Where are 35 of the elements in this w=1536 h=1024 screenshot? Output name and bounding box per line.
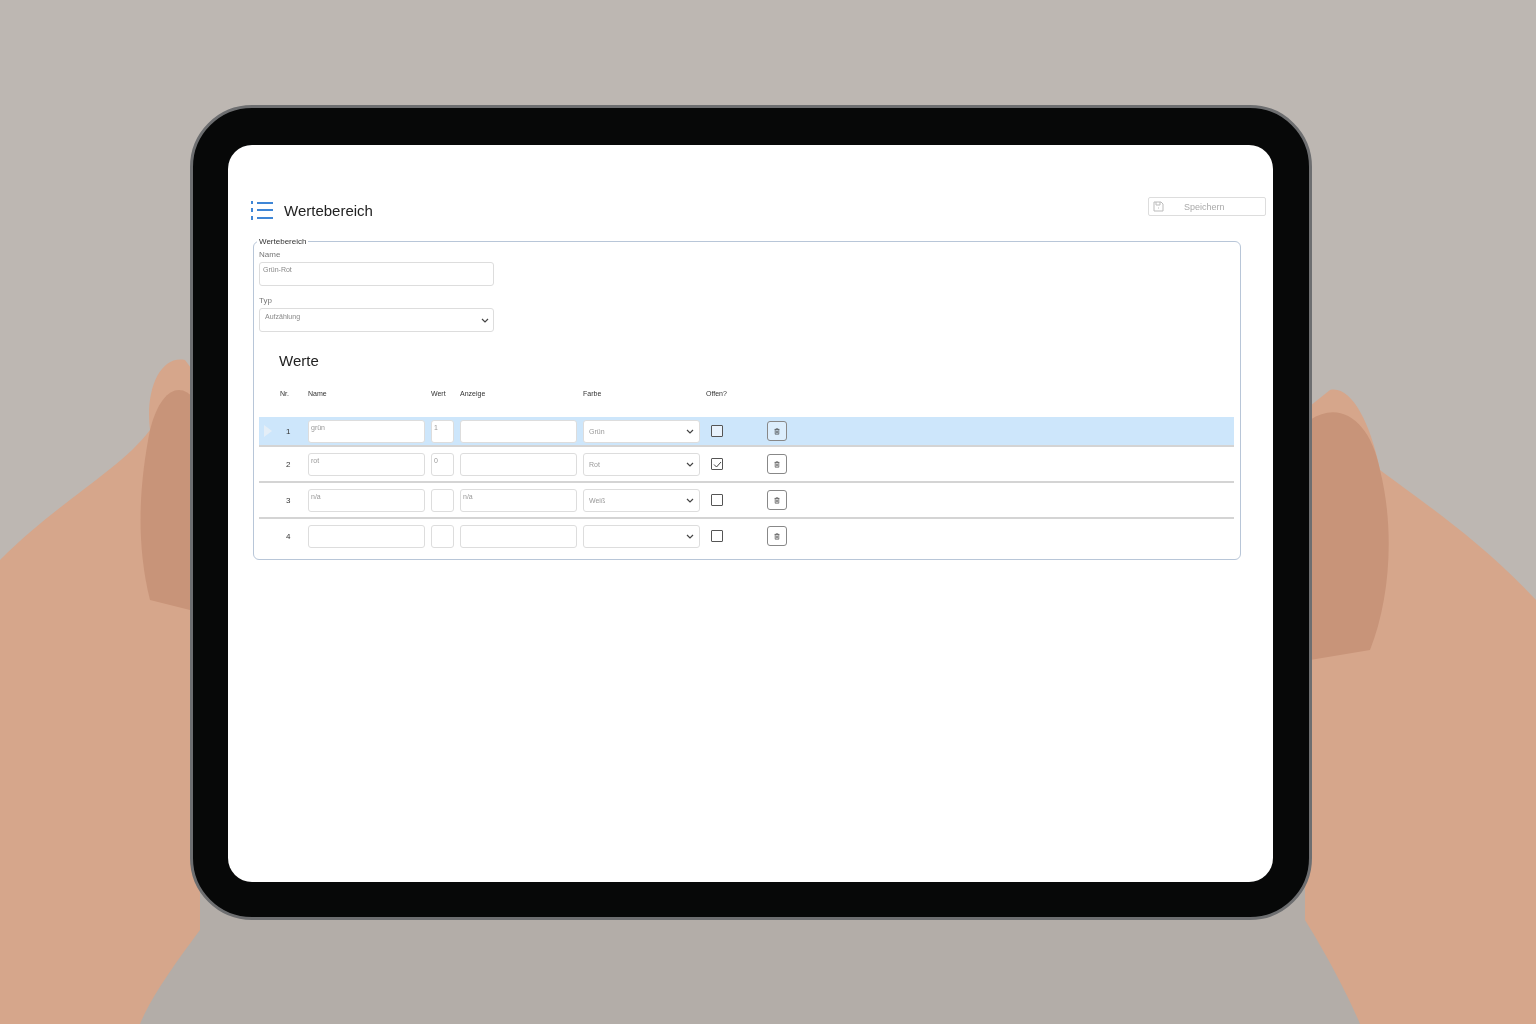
page-title: Wertebereich (284, 201, 373, 219)
color-select[interactable] (583, 524, 700, 548)
delete-button[interactable] (767, 454, 787, 474)
delete-button[interactable] (767, 526, 787, 546)
panel-legend: Wertebereich (257, 237, 309, 246)
open-checkbox[interactable] (711, 494, 723, 506)
row-number: 2 (286, 459, 291, 469)
table-row[interactable]: 4 (259, 517, 1234, 553)
open-checkbox[interactable] (711, 530, 723, 542)
numbered-list-icon (251, 200, 273, 220)
chevron-down-icon (686, 428, 694, 434)
delete-button[interactable] (767, 421, 787, 441)
input-field[interactable] (431, 488, 454, 512)
input-field[interactable] (460, 452, 577, 476)
trash-icon (774, 530, 780, 542)
input-field[interactable] (431, 524, 454, 548)
chevron-down-icon (686, 497, 694, 503)
input-field[interactable] (308, 524, 425, 548)
open-checkbox[interactable] (711, 458, 723, 470)
delete-button[interactable] (767, 490, 787, 510)
chevron-down-icon (481, 317, 489, 323)
field-label: Name (259, 250, 282, 259)
open-checkbox[interactable] (711, 425, 723, 437)
chevron-down-icon (686, 461, 694, 467)
field-label: Typ (259, 296, 273, 305)
input-field[interactable] (460, 524, 577, 548)
chevron-down-icon (686, 533, 694, 539)
row-number: 3 (286, 495, 291, 505)
row-number: 4 (286, 531, 291, 541)
row-number: 1 (286, 426, 291, 436)
section-heading: Werte (279, 352, 320, 369)
trash-icon (774, 458, 780, 470)
trash-icon (774, 494, 780, 506)
trash-icon (774, 425, 780, 437)
input-field[interactable] (460, 419, 577, 443)
